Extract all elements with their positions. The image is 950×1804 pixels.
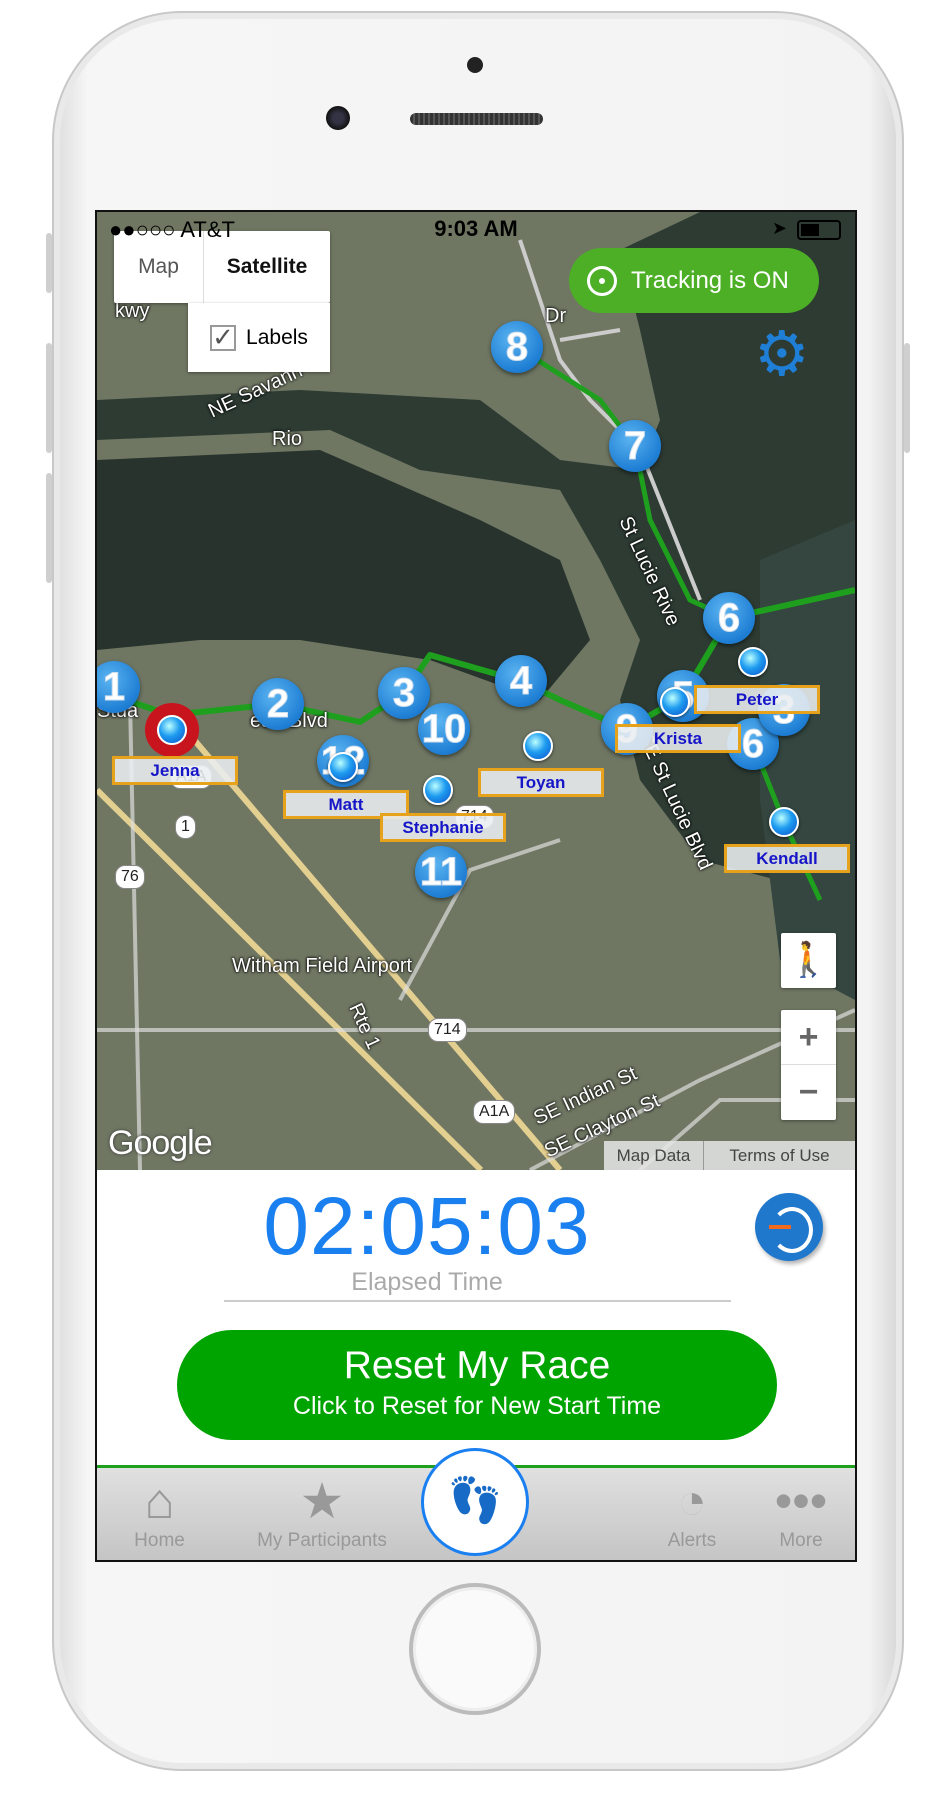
course-marker[interactable]: 7 — [609, 420, 661, 472]
course-marker[interactable]: 11 — [415, 846, 467, 898]
tab-more[interactable]: ••• More — [747, 1468, 855, 1560]
participant-label[interactable]: Stephanie — [380, 813, 506, 842]
status-bar: ●●○○○ AT&T 9:03 AM ➤ — [97, 212, 855, 246]
participant-marker[interactable] — [523, 731, 553, 761]
gear-icon[interactable]: ⚙ — [754, 324, 810, 386]
tracking-button[interactable]: Tracking is ON — [569, 248, 819, 313]
home-button[interactable] — [409, 1583, 541, 1715]
route-shield: 714 — [428, 1018, 467, 1042]
home-icon: ⌂ — [144, 1473, 175, 1529]
participant-marker[interactable] — [738, 647, 768, 677]
street-view-pegman-icon[interactable]: 🚶 — [781, 933, 836, 988]
timer-alert-icon: ◔ — [676, 1473, 708, 1529]
participant-marker[interactable] — [423, 775, 453, 805]
volume-up-button — [46, 343, 52, 453]
zoom-out-button[interactable]: − — [781, 1065, 836, 1120]
elapsed-caption: Elapsed Time — [351, 1268, 503, 1296]
google-logo: Google — [108, 1124, 213, 1162]
map-attribution: Map Data Terms of Use — [604, 1141, 855, 1170]
tab-alerts[interactable]: ◔ Alerts — [637, 1468, 747, 1560]
screen: RioNE SavannStuaean BlvdSt Lucie RiveSE … — [95, 210, 857, 1562]
power-button — [904, 343, 910, 453]
participant-label[interactable]: Kendall — [724, 844, 850, 873]
map-label-dr: Dr — [545, 305, 567, 327]
tracking-label: Tracking is ON — [631, 266, 789, 294]
participant-label[interactable]: Peter — [694, 685, 820, 714]
front-camera — [326, 106, 350, 130]
route-shield: 1 — [175, 815, 196, 839]
checkbox-checked-icon[interactable]: ✓ — [210, 324, 237, 351]
timer-separator: : — [473, 1181, 498, 1272]
terms-of-use-link[interactable]: Terms of Use — [704, 1141, 855, 1170]
participant-marker[interactable] — [328, 752, 358, 782]
battery-icon — [797, 220, 841, 240]
participant-label[interactable]: Krista — [615, 724, 741, 753]
course-marker[interactable]: 2 — [252, 678, 304, 730]
reset-race-button[interactable]: Reset My Race Click to Reset for New Sta… — [177, 1330, 777, 1440]
participant-marker[interactable] — [660, 687, 690, 717]
course-marker[interactable]: 6 — [703, 592, 755, 644]
participant-label[interactable]: Jenna — [112, 756, 238, 785]
map-label-pkwy: kwy — [115, 300, 150, 322]
map-label-airport: Witham Field Airport — [232, 955, 413, 977]
divider — [224, 1300, 731, 1302]
zoom-control: + − — [781, 1010, 836, 1120]
route-shield: 76 — [115, 865, 145, 889]
star-plus-icon: ★ — [299, 1473, 345, 1529]
tab-my-participants[interactable]: ★ My Participants — [222, 1468, 422, 1560]
crosshair-icon — [587, 265, 617, 296]
map-label-rio: Rio — [272, 428, 303, 450]
course-marker[interactable]: 4 — [495, 655, 547, 707]
sensor-dot — [467, 57, 483, 73]
reset-title: Reset My Race — [343, 1344, 611, 1387]
labels-label: Labels — [246, 325, 308, 349]
participant-label[interactable]: Toyan — [478, 768, 604, 797]
labels-toggle[interactable]: ✓ Labels — [188, 303, 330, 372]
mute-switch — [46, 233, 52, 293]
tab-label: Alerts — [667, 1530, 717, 1551]
footprints-icon: 👣 — [447, 1476, 503, 1525]
race-panel: 02:05:03 Elapsed Time Reset My Race Clic… — [97, 1170, 855, 1465]
map-data-link[interactable]: Map Data — [604, 1141, 704, 1170]
timer-hours: 02 — [263, 1181, 357, 1272]
earpiece-speaker — [410, 113, 543, 125]
timer-separator: : — [356, 1181, 381, 1272]
participant-marker[interactable] — [769, 807, 799, 837]
clock: 9:03 AM — [434, 216, 518, 241]
zoom-in-button[interactable]: + — [781, 1010, 836, 1065]
elapsed-timer: 02:05:03 — [97, 1180, 757, 1274]
location-arrow-icon: ➤ — [771, 218, 787, 238]
reset-subtitle: Click to Reset for New Start Time — [292, 1392, 662, 1420]
volume-down-button — [46, 473, 52, 583]
tab-label: More — [779, 1530, 823, 1551]
tab-label: Home — [134, 1530, 185, 1551]
course-marker[interactable]: 10 — [418, 703, 470, 755]
more-dots-icon: ••• — [774, 1473, 828, 1529]
tab-label: My Participants — [257, 1530, 387, 1551]
tab-home[interactable]: ⌂ Home — [97, 1468, 222, 1560]
timer-seconds: 03 — [497, 1181, 591, 1272]
stopwatch-icon[interactable] — [755, 1193, 823, 1261]
map-view[interactable]: RioNE SavannStuaean BlvdSt Lucie RiveSE … — [97, 212, 855, 1170]
route-shield: A1A — [473, 1100, 516, 1124]
course-marker[interactable]: 8 — [491, 321, 543, 373]
timer-minutes: 05 — [380, 1181, 474, 1272]
tab-race-tracker[interactable]: 👣 — [421, 1448, 529, 1556]
participant-marker[interactable] — [157, 715, 187, 745]
